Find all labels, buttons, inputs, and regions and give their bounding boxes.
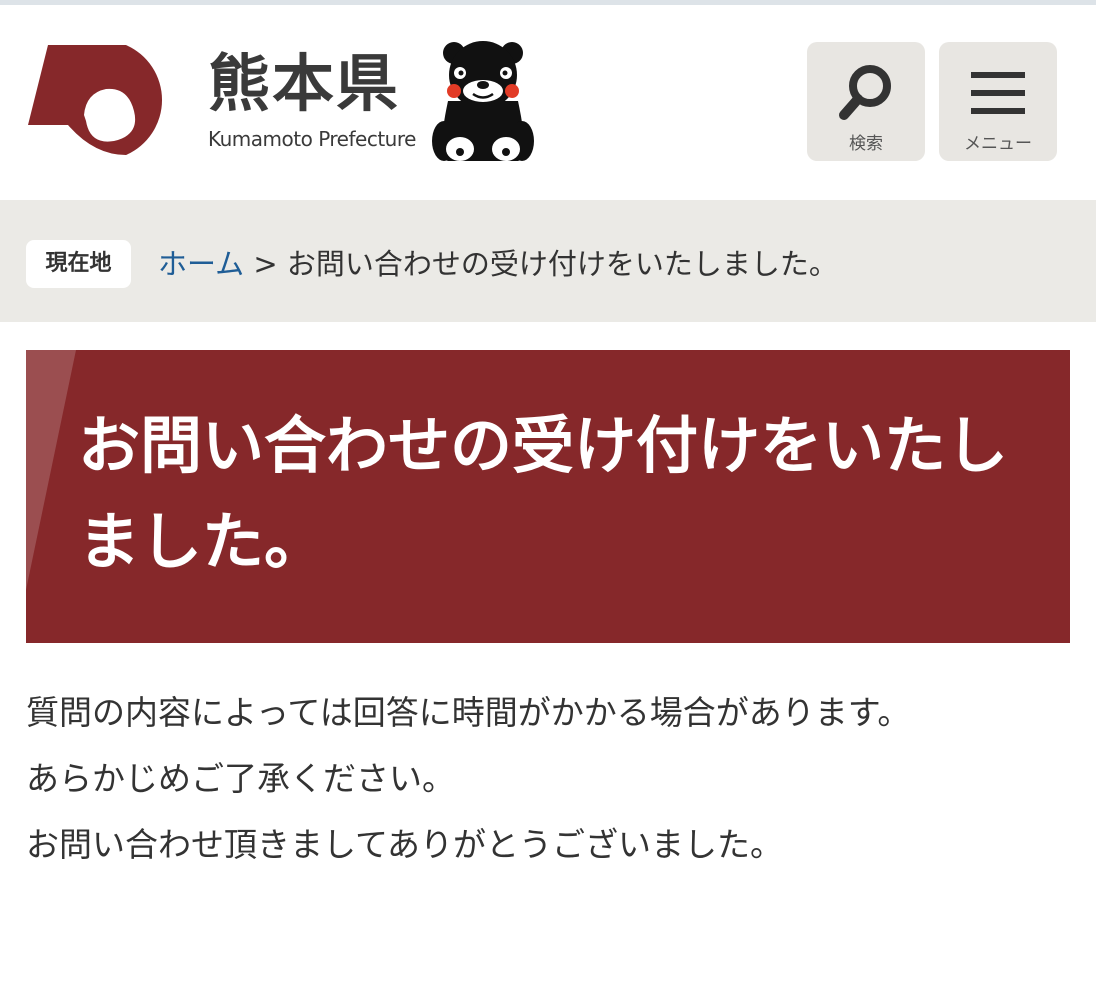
kumamon-mascot-icon	[432, 41, 534, 161]
message-paragraph-2: あらかじめご了承ください。	[26, 759, 455, 798]
site-logo-link[interactable]: 熊本県 Kumamoto Prefecture	[28, 37, 548, 169]
menu-button-label: メニュー	[964, 134, 1032, 153]
message-paragraph-1: 質問の内容によっては回答に時間がかかる場合があります。	[26, 693, 911, 732]
site-header: 熊本県 Kumamoto Prefecture 検索 メニュー	[0, 5, 1096, 200]
page-title: お問い合わせの受け付けをいたしました。	[78, 409, 1009, 578]
breadcrumb: 現在地 ホーム > お問い合わせの受け付けをいたしました。	[0, 200, 1096, 322]
breadcrumb-current: お問い合わせの受け付けをいたしました。	[286, 247, 838, 281]
search-button[interactable]: 検索	[807, 42, 925, 161]
message-paragraph-3: お問い合わせ頂きましてありがとうございました。	[26, 825, 784, 864]
breadcrumb-separator: >	[253, 247, 278, 281]
page-heading-banner: お問い合わせの受け付けをいたしました。	[26, 350, 1070, 643]
search-button-label: 検索	[849, 134, 883, 153]
page-content: 質問の内容によっては回答に時間がかかる場合があります。 あらかじめご了承ください…	[26, 680, 1070, 878]
breadcrumb-badge: 現在地	[26, 240, 131, 288]
hamburger-menu-icon	[971, 72, 1025, 114]
site-title-en: Kumamoto Prefecture	[208, 127, 416, 151]
search-icon	[839, 65, 891, 120]
site-title: 熊本県 Kumamoto Prefecture	[208, 45, 416, 151]
menu-button[interactable]: メニュー	[939, 42, 1057, 161]
breadcrumb-trail: ホーム > お問い合わせの受け付けをいたしました。	[158, 240, 838, 288]
breadcrumb-home-link[interactable]: ホーム	[158, 247, 244, 281]
kumamoto-emblem-icon	[28, 45, 163, 155]
site-title-jp: 熊本県	[208, 47, 401, 120]
